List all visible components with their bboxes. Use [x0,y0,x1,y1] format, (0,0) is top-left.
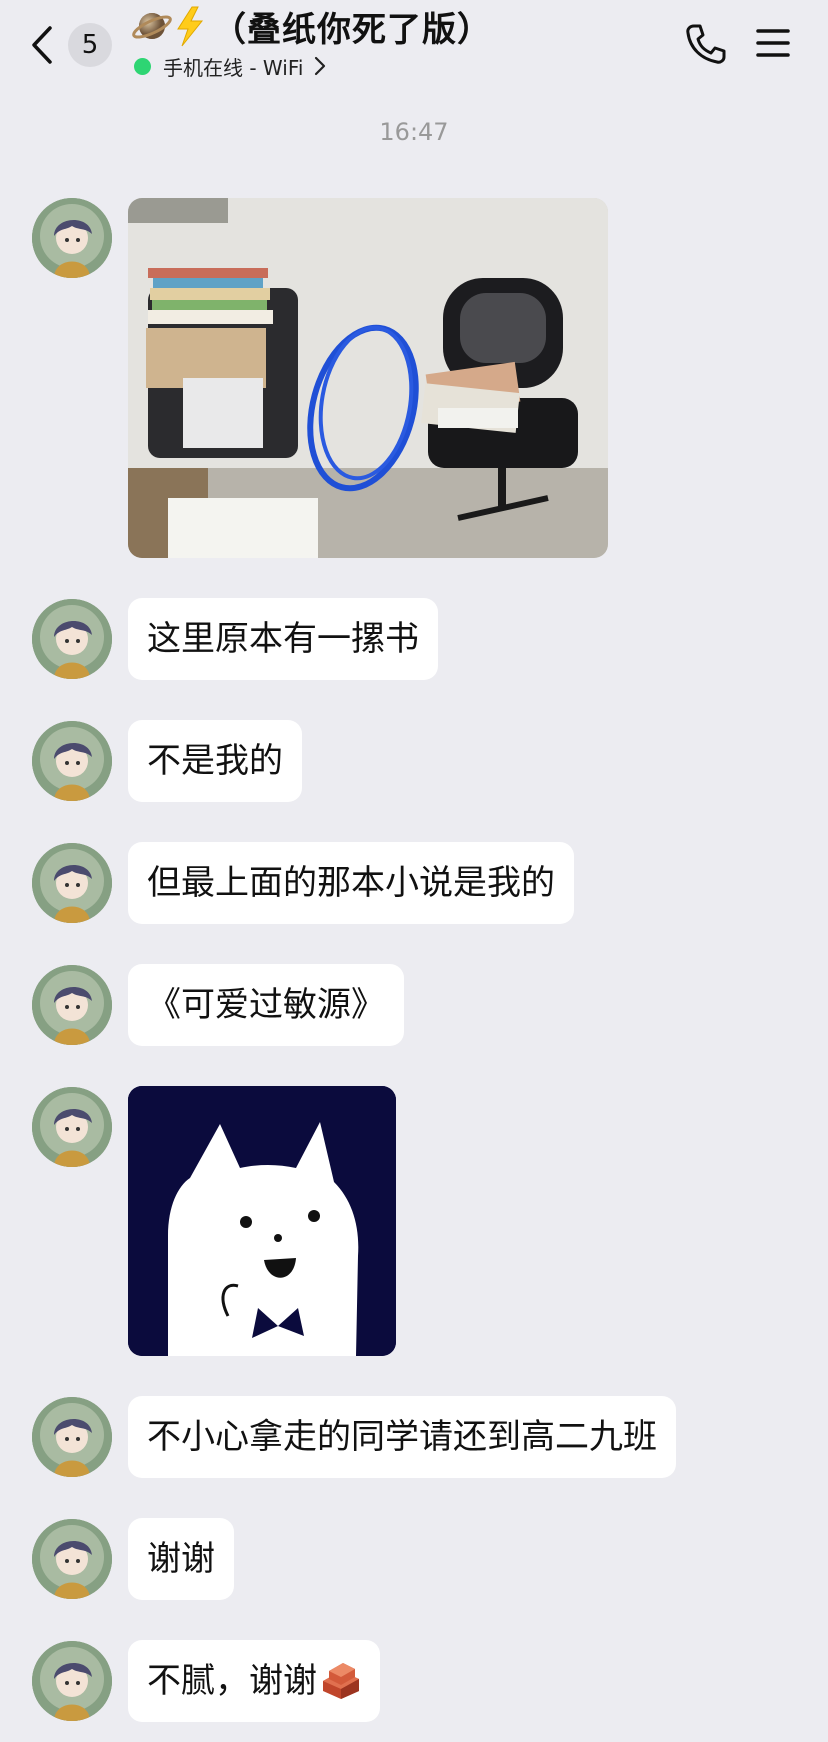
lightning-emoji [177,6,204,47]
back-arrow-icon[interactable] [26,24,60,66]
phone-call-icon[interactable] [684,22,728,66]
ringed-planet-emoji [132,13,172,39]
message-bubble[interactable]: 不是我的 [128,720,302,802]
online-status[interactable]: 手机在线 - WiFi [134,52,327,80]
message-text: 不腻，谢谢 [147,1661,317,1701]
sender-avatar[interactable] [32,843,112,923]
chat-title[interactable]: （叠纸你死了版） [212,2,492,51]
sender-avatar[interactable] [32,1519,112,1599]
avatar-image [32,843,112,923]
sticker-content [128,1086,396,1356]
message-bubble[interactable]: 但最上面的那本小说是我的 [128,842,574,924]
sender-avatar[interactable] [32,721,112,801]
title-emoji-icons [132,6,204,47]
message-bubble[interactable]: 不小心拿走的同学请还到高二九班 [128,1396,676,1478]
avatar-image [32,198,112,278]
message-bubble[interactable]: 谢谢 [128,1518,234,1600]
sender-avatar[interactable] [32,1397,112,1477]
avatar-image [32,1087,112,1167]
avatar-image [32,1641,112,1721]
message-timestamp: 16:47 [379,118,449,146]
avatar-image [32,1397,112,1477]
status-text: 手机在线 - WiFi [163,55,304,80]
chevron-right-icon [315,56,326,76]
photo-content [128,198,608,558]
avatar-image [32,1519,112,1599]
sender-avatar[interactable] [32,1087,112,1167]
online-dot-icon [134,57,151,75]
avatar-image [32,599,112,679]
sender-avatar[interactable] [32,599,112,679]
sender-avatar[interactable] [32,1641,112,1721]
brick-emoji-icon [323,1662,359,1699]
unread-count-badge[interactable]: 5 [68,23,112,67]
menu-icon[interactable] [756,26,790,60]
shared-photo[interactable] [128,198,608,558]
message-bubble[interactable]: 不腻，谢谢 [128,1640,380,1722]
message-bubble[interactable]: 《可爱过敏源》 [128,964,404,1046]
message-bubble[interactable]: 这里原本有一摞书 [128,598,438,680]
avatar-image [32,721,112,801]
cat-sticker[interactable] [128,1086,396,1356]
chat-header: 5 （叠纸你死了版） 手机在线 - WiFi [0,0,828,90]
sender-avatar[interactable] [32,198,112,278]
avatar-image [32,965,112,1045]
sender-avatar[interactable] [32,965,112,1045]
